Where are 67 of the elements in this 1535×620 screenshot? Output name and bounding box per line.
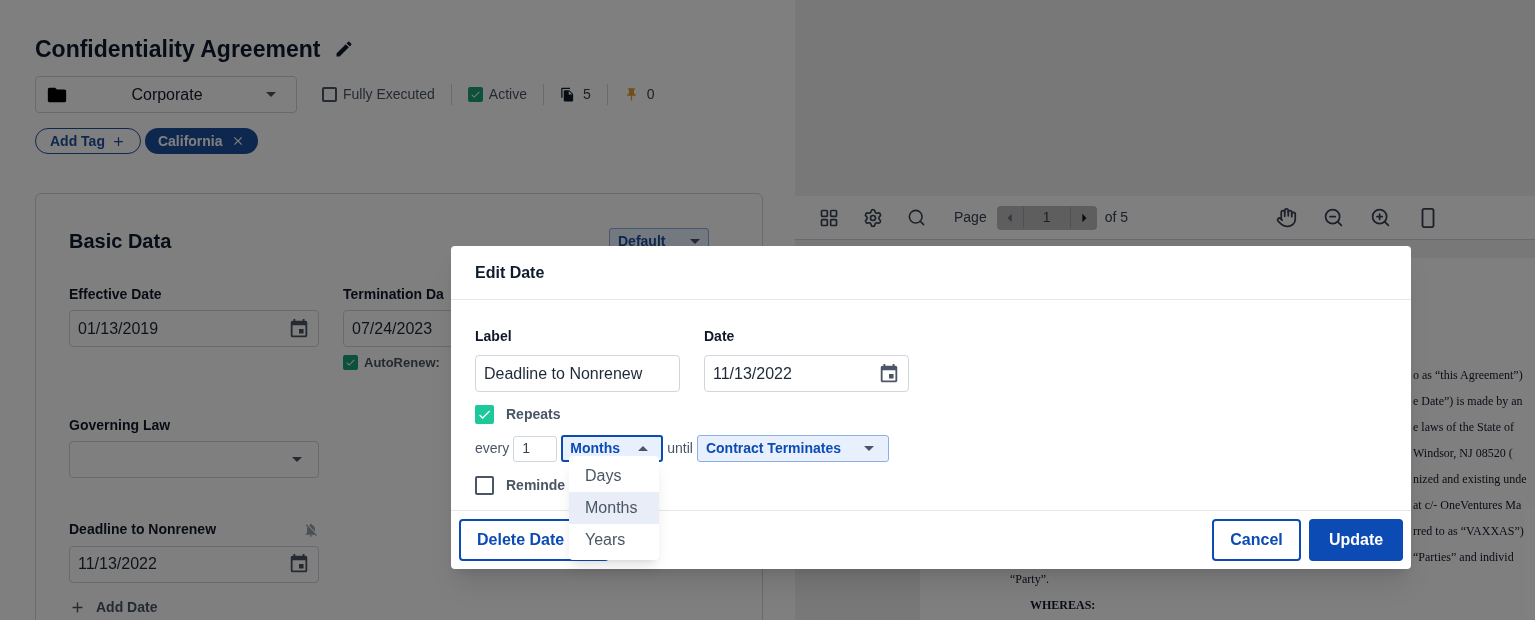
caret-icon [863, 446, 874, 451]
field-label: Label [475, 327, 513, 346]
document-text: e Date”) is made by an [1413, 393, 1523, 410]
page-number: 1 [1022, 207, 1071, 228]
settings-icon[interactable] [863, 207, 883, 228]
calendar-icon[interactable] [288, 317, 310, 340]
update-button[interactable]: Update [1309, 519, 1403, 561]
document-text: rred to as “VAXXAS”) [1413, 523, 1524, 540]
flag-label: Active [488, 85, 527, 104]
until-select[interactable]: Contract Terminates [696, 435, 889, 462]
count-label: 0 [646, 85, 655, 104]
caret-icon [690, 238, 700, 244]
documents-icon[interactable] [559, 87, 575, 102]
document-text: at c/- OneVentures Ma [1413, 497, 1522, 514]
dialog-title: Edit Date [475, 262, 545, 283]
reminder-label: Reminde [506, 476, 566, 495]
document-text: “Party”. [1010, 571, 1049, 588]
count-label: 5 [582, 85, 591, 104]
check-icon [469, 89, 481, 100]
hand-icon[interactable] [1276, 207, 1297, 228]
every-label: every [475, 439, 510, 458]
page-count: of 5 [1104, 208, 1129, 227]
add-date-button[interactable]: Add Date [69, 596, 158, 618]
zoom-in-icon[interactable] [1370, 207, 1391, 228]
date-field[interactable]: 11/13/2022 [704, 355, 909, 392]
tag-chip[interactable]: California [144, 128, 258, 154]
grid-icon[interactable] [819, 207, 839, 228]
checkbox[interactable] [343, 355, 358, 371]
checkbox[interactable] [475, 476, 494, 495]
date-field[interactable]: 11/13/2022 [69, 545, 319, 583]
field-label: Date [704, 327, 736, 346]
search-icon[interactable] [907, 208, 926, 227]
document-text: nized and existing unde [1413, 471, 1527, 488]
label-input[interactable]: Deadline to Nonrenew [475, 355, 680, 392]
menu-option[interactable]: Days [569, 460, 659, 492]
field-label: Governing Law [69, 415, 172, 435]
bell-off-icon[interactable] [303, 521, 319, 538]
caret-icon [292, 456, 302, 462]
document-text: WHEREAS: [1030, 597, 1096, 614]
checkbox[interactable] [475, 405, 494, 424]
page-label: Page [954, 208, 987, 227]
calendar-icon[interactable] [288, 553, 310, 575]
repeats-label: Repeats [506, 405, 561, 424]
document-text: Windsor, NJ 08520 ( [1413, 445, 1513, 462]
caret-icon [638, 446, 649, 451]
until-label: until [667, 439, 693, 458]
calendar-icon[interactable] [878, 362, 900, 385]
field-label: Effective Date [69, 284, 162, 304]
document-text: “Parties” and individ [1413, 549, 1514, 566]
page-title: Confidentiality Agreement [35, 34, 321, 64]
flag-label: Fully Executed [343, 85, 435, 104]
caret-icon [266, 92, 276, 97]
card-title: Basic Data [69, 229, 172, 254]
zoom-out-icon[interactable] [1323, 207, 1344, 228]
select-field[interactable] [69, 440, 319, 478]
interval-input[interactable]: 1 [513, 435, 558, 462]
document-text: e laws of the State of [1413, 419, 1514, 436]
checkbox[interactable] [467, 87, 483, 102]
folder-select[interactable]: Corporate [35, 76, 297, 113]
menu-option[interactable]: Months [569, 492, 659, 524]
field-label: Termination Da [343, 284, 444, 304]
field-label: Deadline to Nonrenew [69, 520, 217, 539]
date-field[interactable]: 01/13/2019 [69, 310, 319, 347]
cancel-button[interactable]: Cancel [1212, 519, 1301, 561]
autorenew-label: AutoRenew: [364, 354, 440, 372]
checkbox[interactable] [322, 87, 337, 102]
document-text: o as “this Agreement”) [1413, 367, 1523, 384]
